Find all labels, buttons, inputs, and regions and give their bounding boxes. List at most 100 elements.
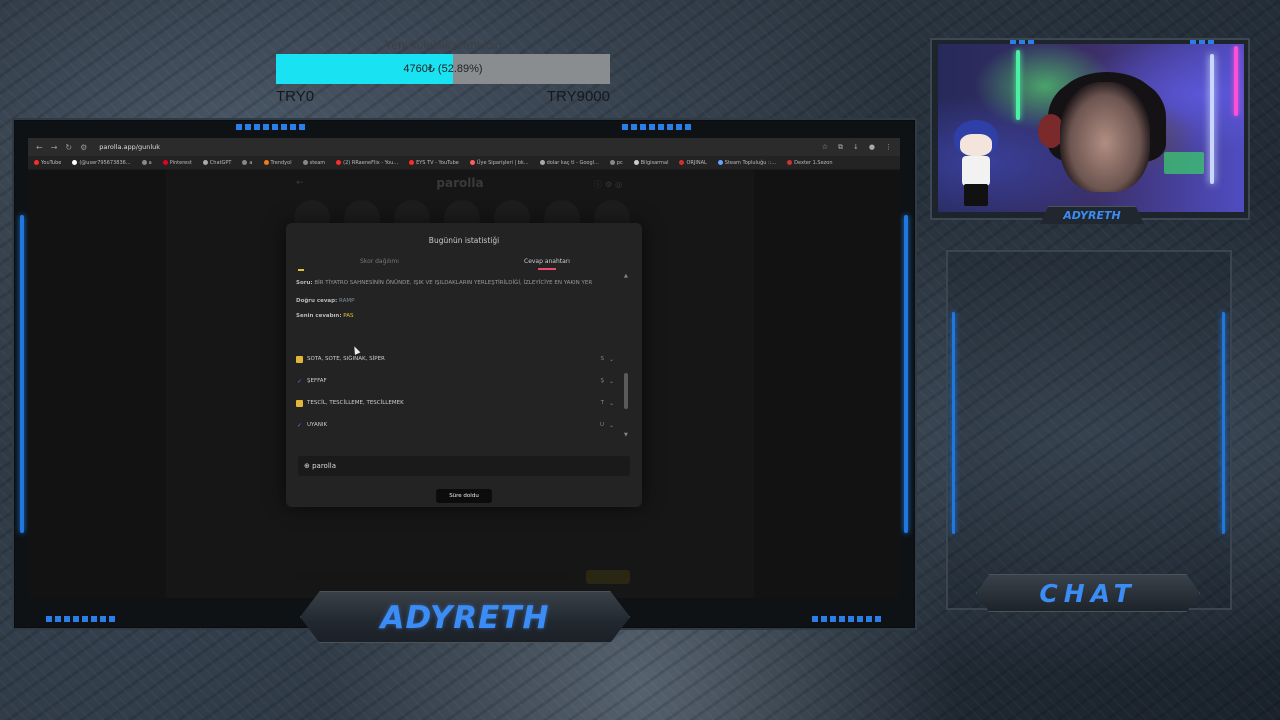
scroll-up-icon[interactable]: ▲ [624, 273, 628, 279]
bookmark-favicon-icon [242, 160, 248, 165]
site-info-icon[interactable]: ⚙ [80, 143, 87, 152]
answer-text: TESCİL, TESCİLLEME, TESCİLLEMEK [307, 400, 404, 406]
goal-min-label: TRY0 [276, 88, 315, 105]
goal-progress-track: 4760₺ (52.89%) [276, 54, 610, 84]
bookmark-favicon-icon [72, 160, 78, 165]
frame-stripe [46, 616, 116, 622]
tab-score-distribution[interactable]: Skor dağılımı [360, 258, 399, 265]
chevron-down-icon[interactable]: ⌄ [609, 400, 614, 407]
answer-letter: T [600, 400, 604, 406]
bookmark-item[interactable]: ChatGPT [202, 159, 232, 166]
goal-amount: 4760₺ (52.89%) [403, 63, 483, 75]
bookmark-item[interactable]: ORJINAL [679, 159, 707, 166]
bookmark-item[interactable]: Steam Topluluğu ::... [717, 160, 776, 166]
reload-icon[interactable]: ↻ [65, 143, 72, 152]
scroll-thumb[interactable] [624, 373, 628, 409]
goal-title: Yeni kulaklık alımı için [384, 38, 502, 52]
bookmark-favicon-icon [409, 160, 415, 165]
bookmark-favicon-icon [34, 160, 39, 165]
bookmark-item[interactable]: YouTube [34, 160, 61, 166]
bookmark-favicon-icon [141, 160, 147, 165]
answer-row[interactable]: SOTA, SOTE, SIĞINAK, SİPER S ⌄ [296, 353, 618, 365]
chat-frame [946, 250, 1232, 610]
pass-icon [296, 399, 303, 407]
bookmark-label: ORJINAL [686, 159, 707, 166]
stats-modal: Bugünün istatistiği Skor dağılımı Cevap … [286, 223, 642, 507]
led-strip [1234, 46, 1238, 116]
bookmark-label: (@user795673836... [79, 159, 131, 166]
download-icon[interactable]: ↓ [853, 143, 859, 152]
frame-stripe [622, 124, 692, 130]
back-icon[interactable]: ← [36, 143, 43, 152]
bookmark-label: steam [309, 159, 326, 166]
answer-text: UYANIK [307, 422, 328, 428]
menu-icon[interactable]: ⋮ [885, 143, 892, 152]
bookmark-label: a [249, 159, 253, 166]
site-header-icons[interactable]: ⓘ⚙◎ [594, 179, 625, 190]
bookmark-item[interactable]: EYS TV - YouTube [409, 160, 459, 166]
answer-row[interactable]: ✓ ŞEFFAF Ş ⌄ [296, 375, 618, 387]
webcam-feed [938, 44, 1244, 212]
bookmark-item[interactable]: a [141, 159, 152, 166]
webcam-label: ADYRETH [1063, 209, 1121, 222]
profile-icon[interactable]: ● [869, 143, 875, 152]
chat-glow-left [952, 312, 955, 534]
bookmark-item[interactable]: pc [609, 159, 623, 166]
bookmark-label: Üye Siparişleri | bk... [476, 159, 529, 166]
bookmark-label: Pinterest [169, 159, 192, 166]
answer-row[interactable]: ✓ UYANIK U ⌄ [296, 419, 618, 431]
chevron-down-icon[interactable]: ⌄ [609, 378, 614, 385]
bookmarks-bar: YouTube (@user795673836... a Pinterest ChatG… [28, 156, 900, 170]
answer-row[interactable]: TESCİL, TESCİLLEME, TESCİLLEMEK T ⌄ [296, 397, 618, 409]
bookmark-item[interactable]: Üye Siparişleri | bk... [469, 159, 529, 166]
chibi-avatar [948, 120, 1004, 208]
question-block: Soru: BİR TİYATRO SAHNESİNİN ÖNÜNDE, IŞI… [296, 279, 618, 288]
bookmark-label: (2) RRaeneFlix - You... [343, 159, 399, 166]
answer-text: SOTA, SOTE, SIĞINAK, SİPER [307, 356, 385, 362]
check-icon: ✓ [296, 421, 303, 429]
tab-answer-key[interactable]: Cevap anahtarı [524, 258, 570, 265]
bookmark-item[interactable]: (2) RRaeneFlix - You... [336, 160, 398, 166]
answer-list-scrollbar[interactable]: ▲ ▼ [624, 273, 629, 438]
bookmark-item[interactable]: Bilgisarmal [633, 160, 668, 166]
person-face [1060, 82, 1150, 192]
bookmark-label: a [148, 159, 152, 166]
question-text: BİR TİYATRO SAHNESİNİN ÖNÜNDE, IŞIK VE I… [314, 280, 593, 286]
streamer-nameplate: ADYRETH [300, 591, 630, 643]
bookmark-item[interactable]: a [242, 159, 253, 166]
chevron-down-icon[interactable]: ⌄ [609, 356, 614, 363]
led-strip [1210, 54, 1214, 184]
webcam-nameplate: ADYRETH [1040, 206, 1144, 224]
bookmark-item[interactable]: dolar kaç tl - Googl... [539, 160, 599, 166]
frame-stripe [812, 616, 882, 622]
bookmark-favicon-icon [609, 160, 615, 165]
bookmark-star-icon[interactable]: ☆ [822, 143, 828, 152]
chevron-down-icon[interactable]: ⌄ [609, 422, 614, 429]
your-label: Senin cevabın: [296, 313, 342, 319]
bookmark-favicon-icon [717, 160, 723, 165]
address-bar[interactable]: parolla.app/gunluk [99, 143, 813, 151]
bookmark-label: pc [616, 159, 623, 166]
answer-input-ghost [290, 570, 630, 584]
bookmark-item[interactable]: (@user795673836... [72, 159, 131, 166]
bookmark-item[interactable]: Dexter 1.Sezon [787, 160, 833, 166]
bookmark-favicon-icon [263, 160, 269, 165]
bookmark-favicon-icon [539, 160, 545, 165]
bookmark-item[interactable]: Pinterest [162, 159, 192, 166]
led-strip [1016, 50, 1020, 120]
time-up-button[interactable]: Süre doldu [436, 489, 492, 503]
bookmark-item[interactable]: Trendyol [263, 160, 292, 166]
bookmark-item[interactable]: steam [302, 159, 326, 166]
bookmark-label: EYS TV - YouTube [416, 159, 459, 166]
bookmark-label: ChatGPT [209, 159, 232, 166]
donation-goal: Yeni kulaklık alımı için 4760₺ (52.89%) … [276, 38, 610, 108]
answer-text: ŞEFFAF [307, 378, 327, 384]
frame-stripe [236, 124, 306, 130]
chat-glow-right [1222, 312, 1225, 534]
forward-icon[interactable]: → [51, 143, 58, 152]
correct-value: RAMP [339, 298, 355, 304]
extensions-icon[interactable]: ⧉ [838, 143, 843, 152]
frame-glow-right [904, 215, 908, 533]
chat-nameplate: CHAT [976, 574, 1200, 612]
scroll-down-icon[interactable]: ▼ [624, 432, 628, 438]
